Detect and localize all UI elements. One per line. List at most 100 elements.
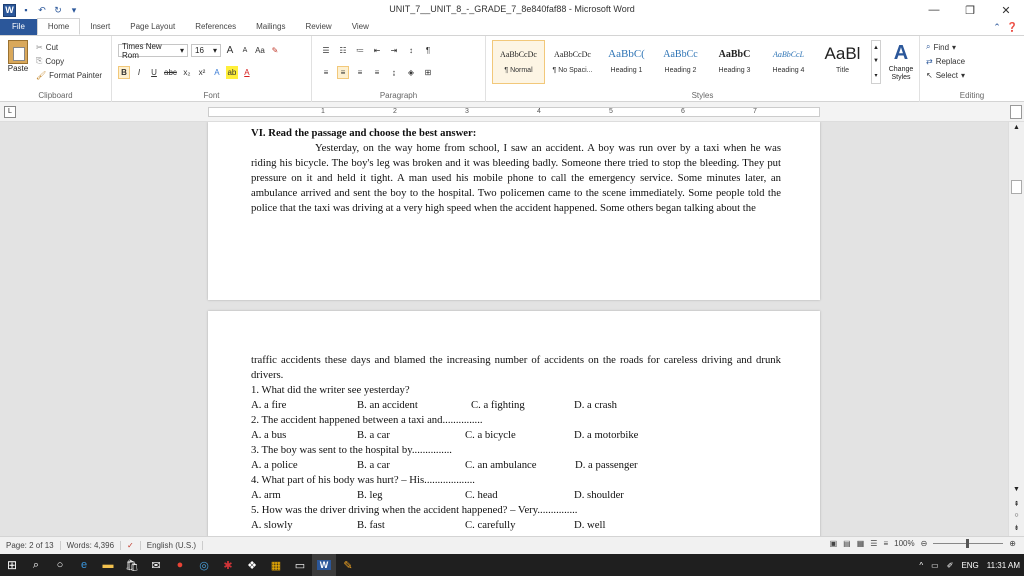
proofing-icon[interactable]: ✓ (121, 541, 141, 550)
outline-icon[interactable]: ☰ (870, 539, 877, 548)
draft-icon[interactable]: ≡ (883, 539, 888, 548)
search-icon[interactable]: ⌕ (24, 554, 48, 576)
zoom-in-icon[interactable]: ⊕ (1009, 539, 1016, 548)
close-button[interactable]: ✕ (988, 0, 1024, 20)
font-size-box[interactable]: 16 ▾ (191, 44, 221, 57)
increase-indent-icon[interactable]: ⇥ (388, 44, 400, 57)
grow-font-button[interactable]: A (224, 44, 236, 57)
browse-object-icon[interactable]: ○ (1011, 512, 1022, 519)
format-painter-button[interactable]: 🖌 Format Painter (36, 68, 102, 82)
style-normal[interactable]: AaBbCcDc ¶ Normal (492, 40, 545, 84)
horizontal-ruler[interactable]: 1 2 3 4 5 6 7 (208, 107, 820, 117)
bullets-icon[interactable]: ☰ (320, 44, 332, 57)
tab-view[interactable]: View (342, 19, 379, 35)
strikethrough-button[interactable]: abc (163, 66, 178, 79)
underline-button[interactable]: U (148, 66, 160, 79)
tab-mailings[interactable]: Mailings (246, 19, 295, 35)
tab-page-layout[interactable]: Page Layout (120, 19, 185, 35)
align-right-icon[interactable]: ≡ (354, 66, 366, 79)
file-explorer-icon[interactable]: ▬ (96, 554, 120, 576)
word-taskbar-icon[interactable]: W (312, 554, 336, 576)
tab-review[interactable]: Review (295, 19, 341, 35)
task-view-icon[interactable]: ○ (48, 554, 72, 576)
text-effects-icon[interactable]: A (211, 66, 223, 79)
tab-file[interactable]: File (0, 19, 37, 35)
shrink-font-button[interactable]: A (239, 44, 251, 57)
shading-icon[interactable]: ◈ (405, 66, 417, 79)
clear-format-icon[interactable]: ✎ (269, 44, 281, 57)
show-marks-button[interactable]: ¶ (422, 44, 434, 57)
scroll-up-icon[interactable]: ▲ (1011, 124, 1022, 134)
font-color-icon[interactable]: A (241, 66, 253, 79)
view-ruler-icon[interactable] (1010, 105, 1022, 119)
paste-button[interactable]: Paste (4, 40, 32, 73)
mail-icon[interactable]: ✉ (144, 554, 168, 576)
minimize-button[interactable]: — (916, 0, 952, 20)
font-name-box[interactable]: Times New Rom ▾ (118, 42, 188, 60)
battery-icon[interactable]: ▭ (931, 561, 939, 570)
prev-page-icon[interactable]: ⇞ (1011, 500, 1022, 508)
language-indicator[interactable]: ENG (961, 561, 978, 570)
cut-button[interactable]: ✂ Cut (36, 40, 102, 54)
next-page-icon[interactable]: ⇟ (1011, 524, 1022, 532)
line-spacing-icon[interactable]: ↨ (388, 66, 400, 79)
tab-insert[interactable]: Insert (80, 19, 120, 35)
clock[interactable]: 11:31 AM (987, 561, 1020, 570)
app-icon[interactable]: ◎ (192, 554, 216, 576)
style-heading-3[interactable]: AaBbC Heading 3 (708, 40, 761, 84)
full-screen-icon[interactable]: ▤ (843, 539, 851, 548)
restore-button[interactable]: ❐ (952, 0, 988, 20)
tab-references[interactable]: References (185, 19, 246, 35)
store-icon[interactable]: 🛍 (120, 554, 144, 576)
style-heading-1[interactable]: AaBbC( Heading 1 (600, 40, 653, 84)
sort-icon[interactable]: ↕ (405, 44, 417, 57)
app5-icon[interactable]: ✎ (336, 554, 360, 576)
pen-icon[interactable]: ✐ (947, 561, 954, 570)
subscript-button[interactable]: x₂ (181, 66, 193, 79)
style-title[interactable]: AaBl Title (816, 40, 869, 84)
document-area[interactable]: VI. Read the passage and choose the best… (0, 122, 1008, 536)
borders-icon[interactable]: ⊞ (422, 66, 434, 79)
media-icon[interactable]: ✱ (216, 554, 240, 576)
superscript-button[interactable]: x² (196, 66, 208, 79)
style-heading-2[interactable]: AaBbCc Heading 2 (654, 40, 707, 84)
help-icon[interactable]: ❓ (1007, 22, 1018, 33)
zoom-level[interactable]: 100% (894, 539, 914, 548)
tab-selector-icon[interactable]: L (4, 106, 16, 118)
word-count[interactable]: Words: 4,396 (61, 541, 122, 550)
multilevel-list-icon[interactable]: ≔ (354, 44, 366, 57)
vertical-scrollbar[interactable]: ▲ ▼ ⇞ ○ ⇟ (1008, 122, 1024, 536)
windows-start-icon[interactable]: ⊞ (0, 554, 24, 576)
numbering-icon[interactable]: ☷ (337, 44, 349, 57)
app2-icon[interactable]: ❖ (240, 554, 264, 576)
align-left-icon[interactable]: ≡ (320, 66, 332, 79)
style-no-spacing[interactable]: AaBbCcDc ¶ No Spaci... (546, 40, 599, 84)
change-styles-button[interactable]: A Change Styles (883, 40, 919, 82)
tray-chevron-icon[interactable]: ^ (919, 561, 923, 570)
styles-scroll[interactable]: ▲ ▼ ▾ (871, 40, 881, 84)
find-button[interactable]: ⌕ Find ▾ (926, 40, 965, 54)
app3-icon[interactable]: ▦ (264, 554, 288, 576)
select-button[interactable]: ↖ Select ▾ (926, 68, 965, 82)
tab-home[interactable]: Home (36, 18, 81, 35)
chrome-icon[interactable]: ● (168, 554, 192, 576)
justify-icon[interactable]: ≡ (371, 66, 383, 79)
scroll-thumb[interactable] (1011, 180, 1022, 194)
change-case-button[interactable]: Aa (254, 44, 266, 57)
edge-icon[interactable]: e (72, 554, 96, 576)
decrease-indent-icon[interactable]: ⇤ (371, 44, 383, 57)
language-indicator[interactable]: English (U.S.) (141, 541, 204, 550)
zoom-out-icon[interactable]: ⊖ (921, 539, 928, 548)
replace-button[interactable]: ⇄ Replace (926, 54, 965, 68)
web-layout-icon[interactable]: ▦ (857, 539, 865, 548)
align-center-icon[interactable]: ≡ (337, 66, 349, 79)
bold-button[interactable]: B (118, 66, 130, 79)
scroll-down-icon[interactable]: ▼ (1011, 486, 1022, 496)
highlight-icon[interactable]: ab (225, 66, 238, 79)
minimize-ribbon-icon[interactable]: ⌃ (993, 22, 1001, 33)
zoom-slider[interactable] (933, 539, 1004, 548)
italic-button[interactable]: I (133, 66, 145, 79)
print-layout-icon[interactable]: ▣ (830, 539, 838, 548)
style-heading-4[interactable]: AaBbCcL Heading 4 (762, 40, 815, 84)
page-count[interactable]: Page: 2 of 13 (0, 541, 61, 550)
